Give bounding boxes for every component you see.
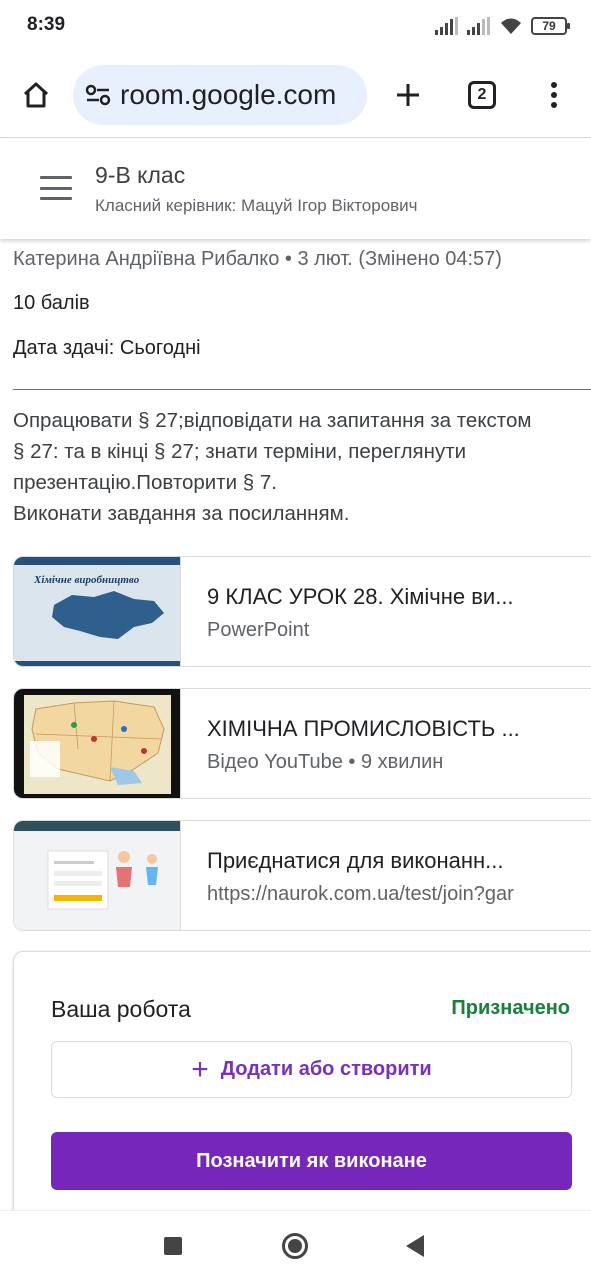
attachment-url: https://naurok.com.ua/test/join?gar <box>207 883 514 905</box>
class-header: 9-В клас Класний керівник: Мацуй Ігор Ві… <box>0 139 591 239</box>
plus-icon: + <box>191 1052 209 1086</box>
site-settings-icon[interactable] <box>84 81 112 109</box>
assignment-meta: Катерина Андріївна Рибалко • 3 лют. (Змі… <box>13 248 502 270</box>
attachment-title: Приєднатися для виконанн... <box>207 848 504 873</box>
your-work-card: Ваша робота Призначено + Додати або ство… <box>13 951 591 1221</box>
status-badge: Призначено <box>451 997 570 1019</box>
home-icon <box>23 82 49 108</box>
system-nav-bar <box>0 1210 591 1280</box>
status-time: 8:39 <box>27 14 66 35</box>
menu-icon[interactable] <box>40 176 72 200</box>
your-work-title: Ваша робота <box>51 996 191 1022</box>
attachment-type: Відео YouTube • 9 хвилин <box>207 751 444 773</box>
link-thumbnail <box>14 821 181 930</box>
tab-switcher-button[interactable]: 2 <box>468 81 496 109</box>
attachment-powerpoint[interactable]: Хімічне виробництво 9 КЛАС УРОК 28. Хімі… <box>13 556 591 667</box>
instruction-line: Виконати завдання за посиланням. <box>13 502 350 525</box>
back-icon[interactable] <box>406 1235 424 1257</box>
class-title: 9-В клас <box>95 162 186 188</box>
browser-menu-button[interactable] <box>536 75 572 115</box>
mark-as-done-label: Позначити як виконане <box>196 1149 427 1172</box>
add-or-create-label: Додати або створити <box>220 1058 432 1080</box>
status-bar: 8:39 79 <box>0 0 591 52</box>
thumbnail-caption: Хімічне виробництво <box>34 574 140 586</box>
url-text: room.google.com <box>120 79 337 110</box>
video-thumbnail <box>14 689 181 798</box>
plus-icon <box>397 84 419 106</box>
assignment-due-date: Дата здачі: Сьогодні <box>13 337 201 359</box>
home-button[interactable] <box>14 75 58 115</box>
attachment-title: 9 КЛАС УРОК 28. Хімічне ви... <box>207 584 514 609</box>
home-nav-icon[interactable] <box>282 1233 308 1259</box>
attachment-link[interactable]: Приєднатися для виконанн... https://naur… <box>13 820 591 931</box>
battery-icon: 79 <box>531 17 570 35</box>
status-icons: 79 <box>435 15 570 37</box>
instruction-line: Опрацювати § 27;відповідати на запитання… <box>13 409 532 432</box>
address-bar[interactable]: room.google.com <box>73 65 367 125</box>
attachment-title: ХІМІЧНА ПРОМИСЛОВІСТЬ ... <box>207 716 520 741</box>
divider <box>13 389 591 390</box>
recents-icon[interactable] <box>164 1237 182 1255</box>
signal-icon-2 <box>467 17 490 35</box>
signal-icon <box>435 17 458 35</box>
mark-as-done-button[interactable]: Позначити як виконане <box>51 1132 572 1190</box>
browser-toolbar: room.google.com 2 <box>0 52 591 138</box>
attachment-type: PowerPoint <box>207 619 310 641</box>
wifi-icon <box>501 18 521 34</box>
assignment-instructions: Опрацювати § 27;відповідати на запитання… <box>13 405 591 529</box>
instruction-line: § 27: та в кінці § 27; знати терміни, пе… <box>13 440 467 463</box>
attachment-youtube[interactable]: ХІМІЧНА ПРОМИСЛОВІСТЬ ... Відео YouTube … <box>13 688 591 799</box>
more-vert-icon <box>551 82 557 108</box>
class-subtitle: Класний керівник: Мацуй Ігор Вікторович <box>95 196 418 215</box>
instruction-line: презентацію.Повторити § 7. <box>13 471 277 494</box>
presentation-thumbnail: Хімічне виробництво <box>14 557 181 666</box>
add-or-create-button[interactable]: + Додати або створити <box>51 1041 572 1098</box>
new-tab-button[interactable] <box>386 75 430 115</box>
assignment-points: 10 балів <box>13 292 90 314</box>
